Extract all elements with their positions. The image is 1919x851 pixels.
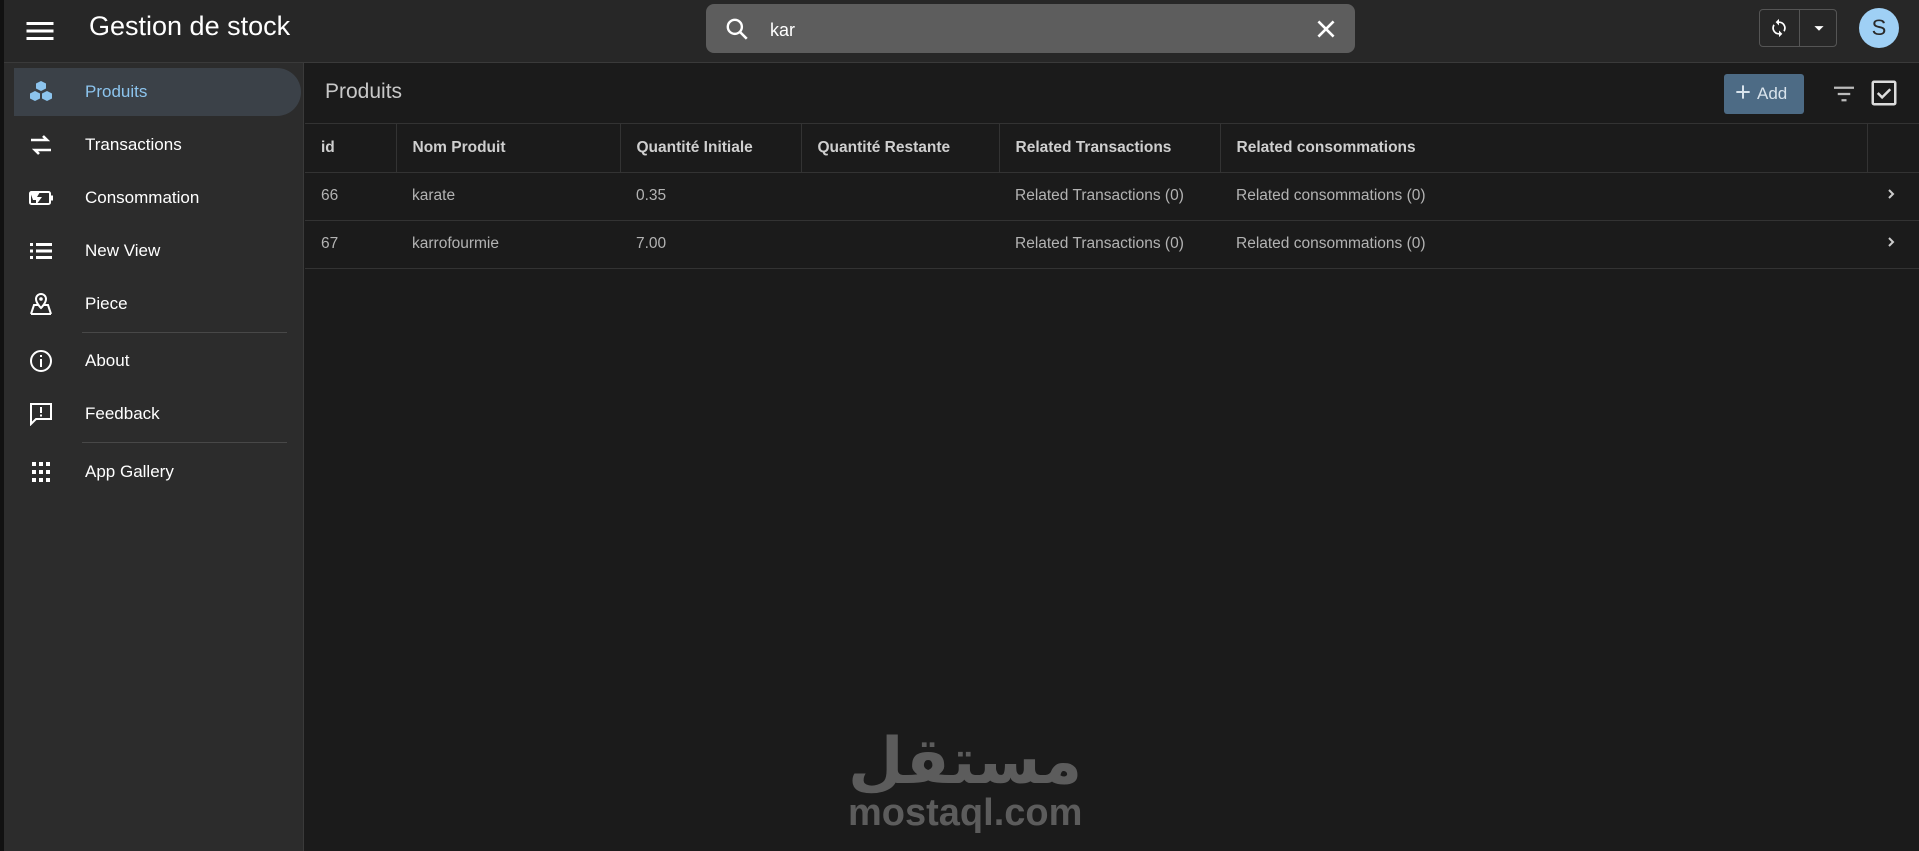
sync-icon [1772, 18, 1786, 38]
sidebar-item-feedback[interactable]: Feedback [14, 390, 304, 438]
close-icon[interactable] [1313, 16, 1339, 42]
search-input[interactable] [768, 14, 1272, 46]
feedback-icon [30, 403, 52, 426]
app-title: Gestion de stock [89, 11, 291, 41]
products-table: id Nom Produit Quantité Initiale Quantit… [305, 124, 1919, 269]
cell-nom-produit: karate [396, 172, 620, 221]
sync-button[interactable] [1760, 10, 1800, 46]
sidebar-item-label: Piece [85, 294, 128, 313]
view-toolbar: Produits Add [305, 63, 1919, 124]
sidebar-item-label: Consommation [85, 188, 200, 207]
sidebar-divider [82, 332, 287, 333]
sidebar-item-label: Transactions [85, 135, 182, 154]
sync-control [1759, 9, 1837, 47]
filter-button[interactable] [1829, 79, 1859, 109]
menu-button[interactable] [22, 13, 58, 49]
search-bar [706, 4, 1355, 53]
avatar[interactable]: S [1859, 8, 1899, 48]
column-header-id[interactable]: id [305, 124, 397, 173]
sidebar-item-consommation[interactable]: Consommation [14, 174, 304, 222]
sidebar-item-app-gallery[interactable]: App Gallery [14, 448, 304, 496]
column-header-spacer [1867, 124, 1919, 173]
cell-quantite-restante [801, 220, 999, 269]
column-header-quantite-initiale[interactable]: Quantité Initiale [620, 124, 802, 173]
table-row[interactable]: 66 karate 0.35 Related Transactions (0) … [305, 172, 1919, 221]
sidebar: Produits Transactions Consommation New V… [4, 63, 304, 851]
column-header-quantite-restante[interactable]: Quantité Restante [801, 124, 1000, 173]
cell-id: 66 [305, 172, 396, 221]
plus-icon [1736, 85, 1750, 99]
watermark-latin: mostaql.com [848, 792, 1083, 834]
chevron-right-icon [1888, 236, 1895, 247]
sidebar-item-produits[interactable]: Produits [14, 68, 301, 116]
cell-id: 67 [305, 220, 396, 269]
sidebar-item-label: Feedback [85, 404, 160, 423]
add-button[interactable]: Add [1724, 74, 1804, 114]
caret-down-icon [1814, 26, 1824, 31]
list-icon [30, 243, 52, 259]
watermark-arabic: مستقل [848, 725, 1083, 799]
table-header-row: id Nom Produit Quantité Initiale Quantit… [305, 124, 1919, 173]
hamburger-icon [26, 22, 54, 40]
column-header-nom-produit[interactable]: Nom Produit [396, 124, 621, 173]
column-header-related-consommations[interactable]: Related consommations [1220, 124, 1868, 173]
cell-related-consommations[interactable]: Related consommations (0) [1220, 220, 1867, 269]
row-open-button[interactable] [1867, 172, 1919, 221]
grid-icon [32, 462, 50, 482]
sidebar-item-about[interactable]: About [14, 337, 304, 385]
cubes-icon [30, 81, 52, 101]
cell-quantite-restante [801, 172, 999, 221]
chevron-right-icon [1888, 188, 1895, 199]
cell-related-consommations[interactable]: Related consommations (0) [1220, 172, 1867, 221]
search-icon [726, 18, 748, 40]
cell-related-transactions[interactable]: Related Transactions (0) [999, 172, 1220, 221]
info-icon [30, 350, 52, 372]
cell-related-transactions[interactable]: Related Transactions (0) [999, 220, 1220, 269]
app-header: Gestion de stock S [4, 0, 1919, 63]
sidebar-item-label: About [85, 351, 130, 370]
sync-dropdown-button[interactable] [1800, 10, 1837, 46]
swap-arrows-icon [31, 135, 51, 155]
watermark: مستقل mostaql.com [848, 725, 1083, 834]
filter-icon [1834, 86, 1854, 102]
sidebar-item-new-view[interactable]: New View [14, 227, 304, 275]
page-title: Produits [325, 80, 403, 103]
cell-quantite-initiale: 7.00 [620, 220, 801, 269]
column-header-related-transactions[interactable]: Related Transactions [999, 124, 1221, 173]
cell-nom-produit: karrofourmie [396, 220, 620, 269]
table-row[interactable]: 67 karrofourmie 7.00 Related Transaction… [305, 220, 1919, 269]
battery-charging-icon [29, 191, 53, 205]
select-button[interactable] [1869, 78, 1899, 108]
checkbox-icon [1871, 80, 1897, 106]
sidebar-item-label: New View [85, 241, 161, 260]
sidebar-item-label: App Gallery [85, 462, 174, 481]
sidebar-item-transactions[interactable]: Transactions [14, 121, 304, 169]
row-open-button[interactable] [1867, 220, 1919, 269]
cell-quantite-initiale: 0.35 [620, 172, 801, 221]
sidebar-item-piece[interactable]: Piece [14, 280, 304, 328]
add-button-label: Add [1757, 84, 1788, 103]
sidebar-item-label: Produits [85, 82, 148, 101]
map-pin-icon [30, 292, 52, 315]
sidebar-divider [82, 442, 287, 443]
